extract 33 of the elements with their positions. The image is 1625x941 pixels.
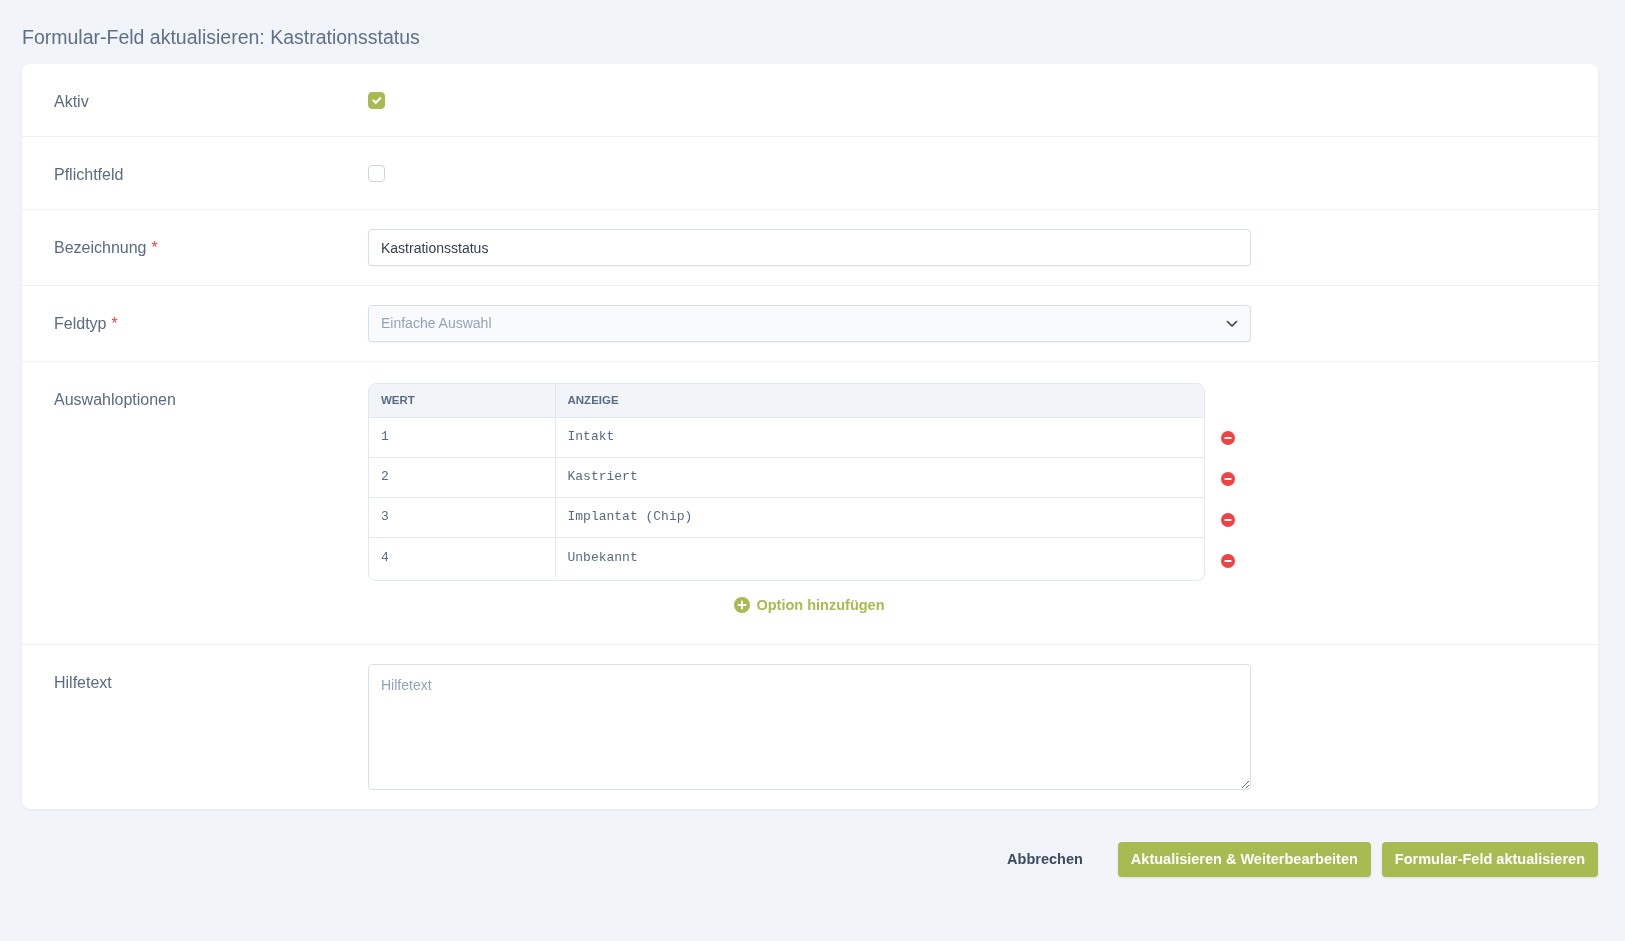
table-cell: 2	[369, 457, 555, 497]
plus-icon	[734, 597, 751, 613]
remove-icon[interactable]	[1221, 471, 1235, 486]
add-option-button[interactable]: Option hinzufügen	[730, 594, 889, 616]
page-title: Formular-Feld aktualisieren: Kastrationsstatus	[22, 25, 421, 50]
checkbox[interactable]	[368, 92, 385, 109]
column-header: WERT	[369, 384, 555, 417]
chevron-down-icon	[1226, 319, 1238, 328]
field-label: Hilfetext	[54, 674, 112, 691]
submit-button[interactable]: Aktualisieren & Weiterbearbeiten	[1117, 842, 1371, 878]
remove-icon[interactable]	[1221, 431, 1235, 445]
field-label: Pflichtfeld	[54, 166, 124, 183]
table-cell: 1	[369, 417, 555, 457]
table-cell: Kastriert	[555, 457, 1204, 497]
table-cell: 3	[369, 497, 555, 537]
remove-icon[interactable]	[1221, 512, 1235, 527]
column-header: ANZEIGE	[555, 384, 1204, 417]
field-label: Aktiv	[54, 93, 89, 110]
required-mark: *	[111, 315, 118, 332]
remove-icon[interactable]	[1221, 553, 1235, 568]
checkbox[interactable]	[368, 165, 385, 182]
input-field[interactable]: Kastrationsstatus	[368, 229, 1251, 266]
table-cell: 4	[369, 537, 555, 577]
field-label: Bezeichnung	[54, 239, 147, 256]
table-cell: Unbekannt	[555, 537, 1204, 577]
field-label: Feldtyp	[54, 315, 107, 332]
textarea-field[interactable]: Hilfetext	[368, 664, 1251, 790]
submit-button[interactable]: Formular-Feld aktualisieren	[1381, 842, 1598, 878]
table-cell: Implantat (Chip)	[555, 497, 1204, 537]
cancel-link[interactable]: Abbrechen	[995, 841, 1095, 879]
required-mark: *	[151, 239, 158, 256]
field-label: Auswahloptionen	[54, 391, 176, 408]
table-cell: Intakt	[555, 417, 1204, 457]
